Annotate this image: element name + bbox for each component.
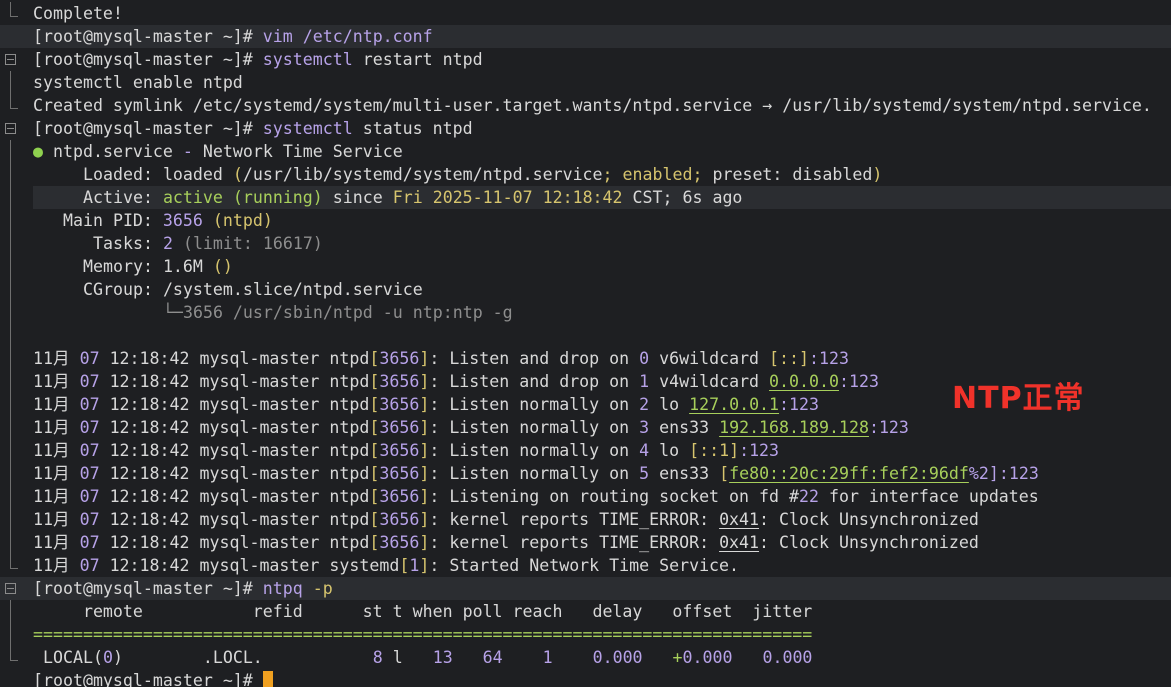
prompt: [root@mysql-master ~]#	[33, 119, 253, 138]
log-line: 11月 07 12:18:42 mysql-master ntpd[3656]:…	[0, 439, 1171, 462]
terminal-line: Memory: 1.6M ()	[0, 255, 1171, 278]
command-args: status ntpd	[362, 119, 473, 138]
terminal-line: CGroup: /system.slice/ntpd.service	[0, 278, 1171, 301]
terminal-line: [root@mysql-master ~]#	[0, 669, 1171, 687]
log-line: 11月 07 12:18:42 mysql-master ntpd[3656]:…	[0, 347, 1171, 370]
prompt: [root@mysql-master ~]#	[33, 671, 253, 687]
ntpq-rule: ========================================…	[0, 623, 1171, 646]
terminal-line: systemctl enable ntpd	[0, 71, 1171, 94]
terminal-line: Created symlink /etc/systemd/system/mult…	[0, 94, 1171, 117]
terminal-line: [root@mysql-master ~]# systemctl status …	[0, 117, 1171, 140]
annotation-label: NTP正常	[952, 381, 1085, 416]
status-bullet-icon: ●	[33, 142, 43, 161]
output-text: systemctl enable ntpd	[33, 73, 243, 92]
prompt: [root@mysql-master ~]#	[33, 579, 253, 598]
log-line: 11月 07 12:18:42 mysql-master ntpd[3656]:…	[0, 508, 1171, 531]
log-line: 11月 07 12:18:42 mysql-master ntpd[3656]:…	[0, 485, 1171, 508]
prompt: [root@mysql-master ~]#	[33, 50, 253, 69]
text-cursor[interactable]	[262, 671, 273, 687]
command-keyword: systemctl	[262, 119, 353, 138]
command-flag: -p	[312, 579, 333, 598]
command-keyword: ntpq	[262, 579, 303, 598]
output-text: Complete!	[33, 4, 123, 23]
terminal-line-highlighted: Active: active (running) since Fri 2025-…	[33, 186, 1171, 209]
fold-end-marker	[0, 554, 26, 577]
log-line: 11月 07 12:18:42 mysql-master ntpd[3656]:…	[0, 416, 1171, 439]
terminal-line: [root@mysql-master ~]# vim /etc/ntp.conf	[0, 25, 1171, 48]
terminal-window[interactable]: Complete! [root@mysql-master ~]# vim /et…	[0, 0, 1171, 687]
terminal-line: [root@mysql-master ~]# systemctl restart…	[0, 48, 1171, 71]
log-line: 11月 07 12:18:42 mysql-master systemd[1]:…	[0, 554, 1171, 577]
terminal-line: Tasks: 2 (limit: 16617)	[0, 232, 1171, 255]
terminal-line: ● ntpd.service - Network Time Service	[0, 140, 1171, 163]
loaded-label: Loaded:	[83, 165, 153, 184]
log-line: 11月 07 12:18:42 mysql-master ntpd[3656]:…	[0, 531, 1171, 554]
service-unit: ntpd.service	[53, 142, 173, 161]
terminal-line: Main PID: 3656 (ntpd)	[0, 209, 1171, 232]
command-keyword: systemctl	[262, 50, 353, 69]
active-date: Fri 2025-11-07 12:18:42	[392, 188, 623, 207]
active-label: Active:	[83, 188, 153, 207]
service-description: Network Time Service	[202, 142, 403, 161]
prompt: [root@mysql-master ~]#	[33, 27, 253, 46]
terminal-line: └─3656 /usr/sbin/ntpd -u ntp:ntp -g	[0, 301, 1171, 324]
unit-file-path: /usr/lib/systemd/system/ntpd.service	[242, 165, 603, 184]
ntpq-header: remote refid st t when poll reach delay …	[0, 600, 1171, 623]
output-text: Created symlink /etc/systemd/system/mult…	[33, 96, 1152, 115]
fold-end-marker	[0, 94, 26, 117]
terminal-line: [root@mysql-master ~]# ntpq -p	[0, 577, 1171, 600]
active-state: active (running)	[162, 188, 323, 207]
fold-toggle-icon[interactable]	[0, 48, 26, 71]
fold-end-marker	[0, 2, 26, 25]
fold-toggle-icon[interactable]	[0, 117, 26, 140]
cgroup-child: └─3656 /usr/sbin/ntpd -u ntp:ntp -g	[163, 303, 513, 322]
terminal-line: Loaded: loaded (/usr/lib/systemd/system/…	[0, 163, 1171, 186]
log-line: 11月 07 12:18:42 mysql-master ntpd[3656]:…	[0, 462, 1171, 485]
command-text: vim /etc/ntp.conf	[262, 27, 433, 46]
ntpq-peer-row: LOCAL(0) .LOCL. 8 l 13 64 1 0.000 +0.000…	[0, 646, 1171, 669]
terminal-line: Complete!	[0, 2, 1171, 25]
fold-end-marker	[0, 646, 26, 669]
main-pid: 3656	[162, 211, 203, 230]
command-args: restart ntpd	[362, 50, 483, 69]
fold-toggle-icon[interactable]	[0, 577, 26, 600]
